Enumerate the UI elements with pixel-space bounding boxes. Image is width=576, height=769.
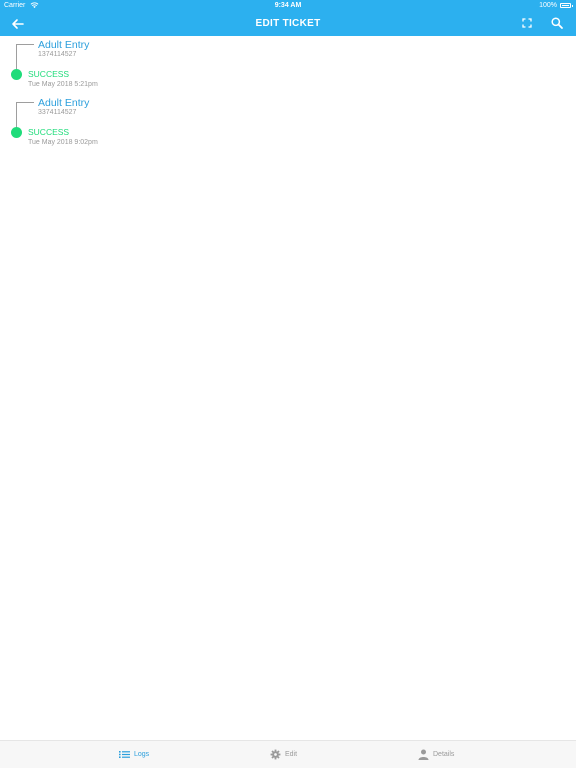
timeline-line — [16, 102, 17, 130]
app-header: Carrier 9:34 AM 100% EDIT TICKET — [0, 0, 576, 36]
expand-icon[interactable] — [520, 16, 534, 30]
battery-icon — [560, 3, 571, 8]
log-entry-time: Tue May 2018 9:02pm — [28, 139, 98, 146]
log-entry-status: SUCCESS — [28, 69, 70, 79]
tab-label: Details — [433, 751, 455, 758]
nav-bar: EDIT TICKET — [0, 11, 576, 36]
log-entry-code: 1374114527 — [38, 51, 77, 58]
tab-label: Logs — [134, 751, 150, 758]
log-entry-title: Adult Entry — [38, 39, 90, 51]
person-icon — [418, 749, 429, 760]
log-entry-status: SUCCESS — [28, 127, 70, 137]
battery-tip — [572, 4, 573, 7]
success-dot-icon — [11, 69, 22, 80]
timeline-branch — [16, 102, 34, 103]
battery-percent: 100% — [539, 2, 557, 9]
log-entry-code: 3374114527 — [38, 109, 77, 116]
log-entry[interactable]: Adult Entry 3374114527 SUCCESS Tue May 2… — [0, 94, 576, 152]
tab-edit[interactable]: Edit — [270, 741, 297, 769]
tab-logs[interactable]: Logs — [119, 741, 149, 769]
success-dot-icon — [11, 127, 22, 138]
timeline-branch — [16, 44, 34, 45]
gear-icon — [270, 749, 281, 760]
tab-label: Edit — [285, 751, 298, 758]
log-entry-time: Tue May 2018 5:21pm — [28, 81, 98, 88]
status-bar: Carrier 9:34 AM 100% — [0, 0, 576, 11]
page-title: EDIT TICKET — [255, 18, 321, 29]
list-icon — [119, 750, 130, 758]
tab-details[interactable]: Details — [418, 741, 454, 769]
status-time: 9:34 AM — [274, 2, 302, 9]
timeline-line — [16, 44, 17, 72]
tab-bar: Logs Edit Details — [0, 740, 576, 768]
log-entry[interactable]: Adult Entry 1374114527 SUCCESS Tue May 2… — [0, 36, 576, 94]
log-timeline: Adult Entry 1374114527 SUCCESS Tue May 2… — [0, 36, 576, 152]
log-entry-title: Adult Entry — [38, 97, 90, 109]
search-icon[interactable] — [550, 16, 564, 30]
